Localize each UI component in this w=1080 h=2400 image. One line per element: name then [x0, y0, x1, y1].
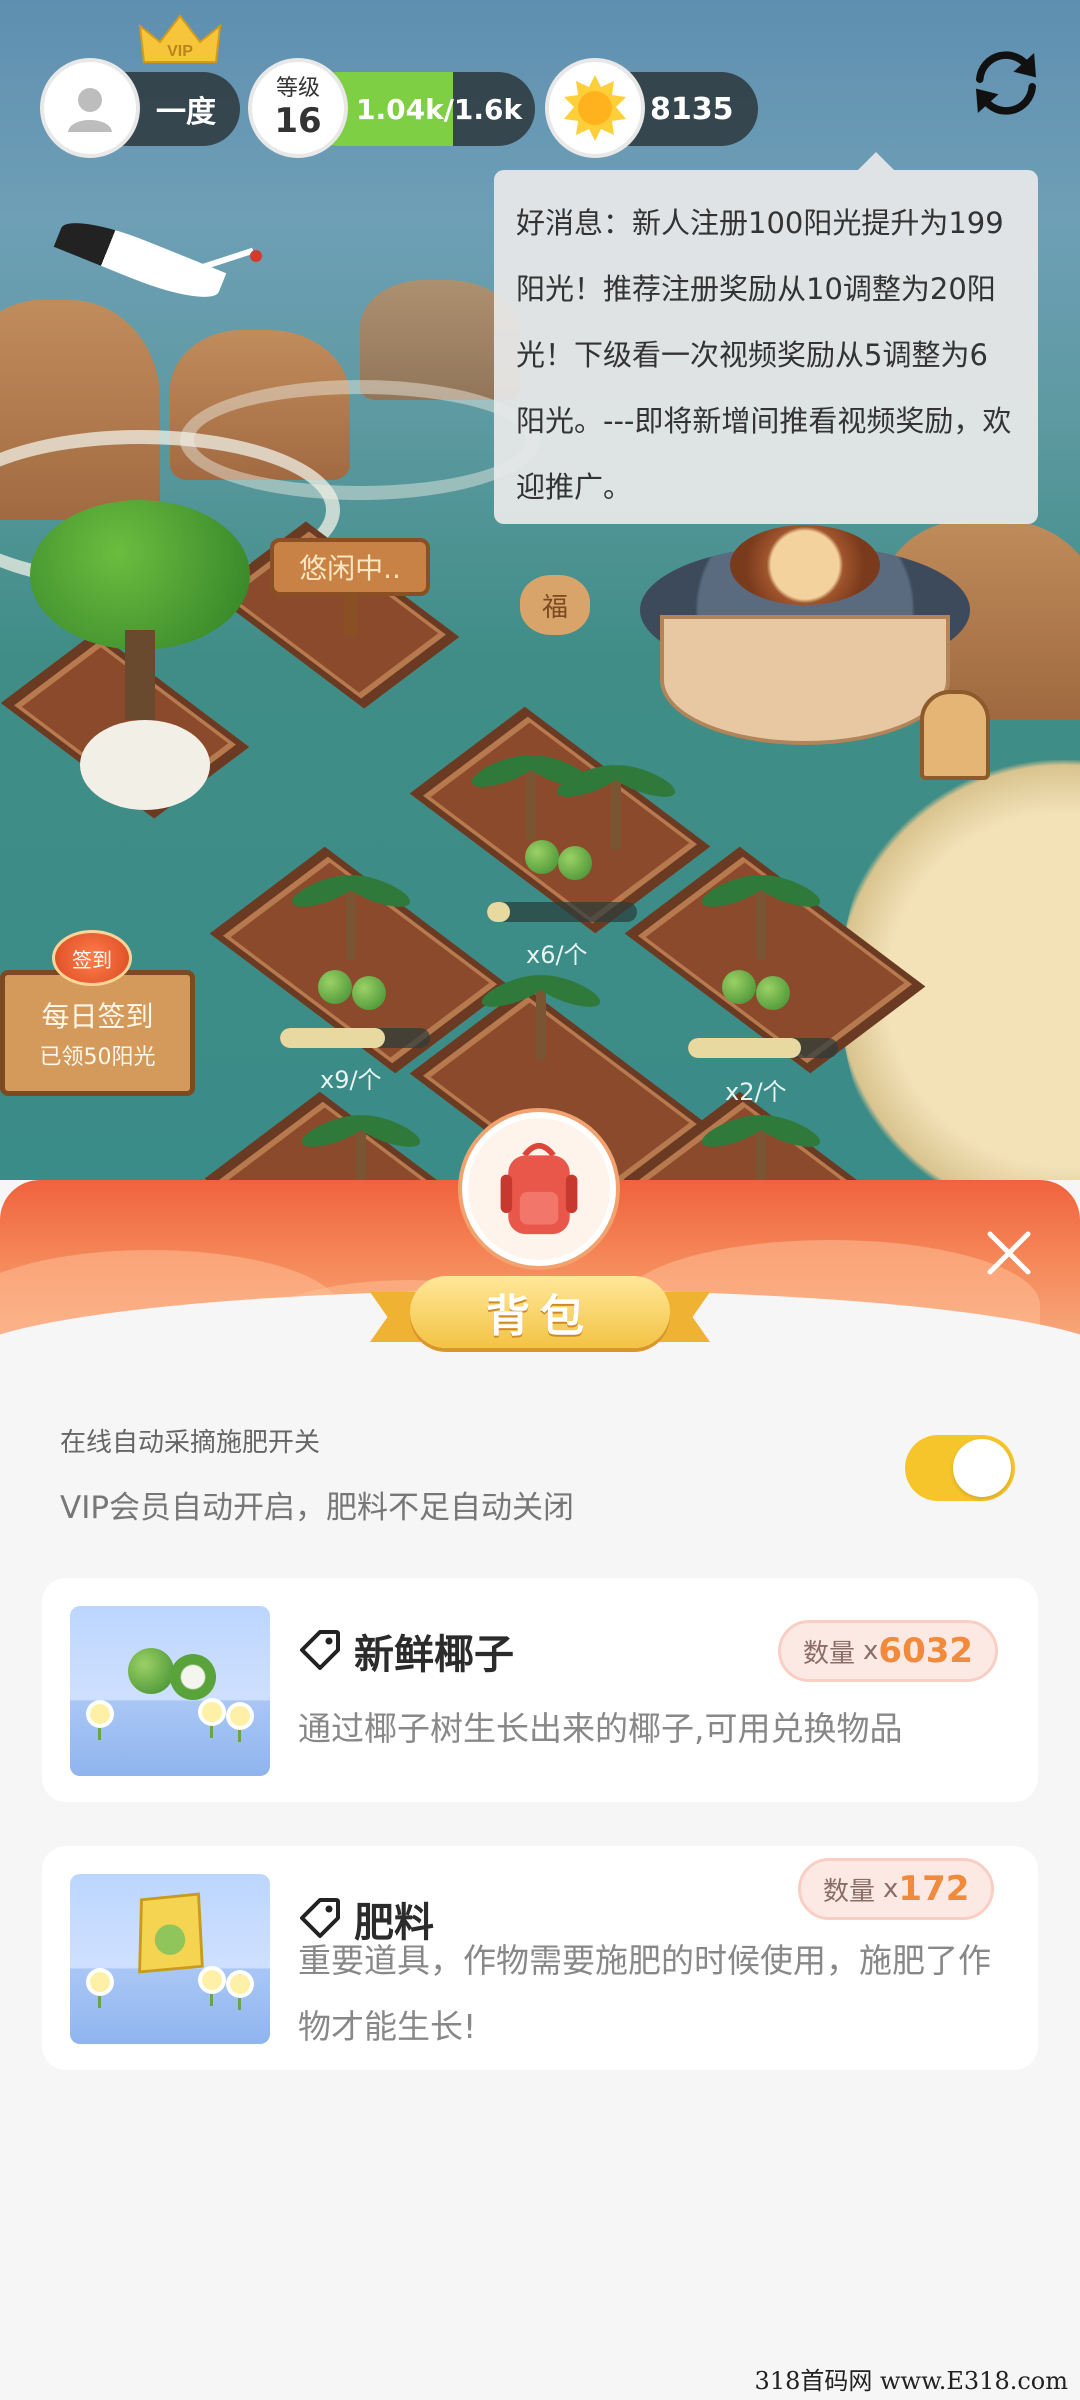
- coconut-icon[interactable]: [318, 970, 352, 1004]
- coconut-item-image: [70, 1606, 270, 1776]
- palm-tree-icon: [288, 850, 414, 970]
- tag-icon: [300, 1630, 340, 1670]
- plot-progress-bar: [280, 1028, 430, 1048]
- quantity-prefix: x: [863, 1636, 879, 1666]
- quantity-label: 数量: [823, 1876, 876, 1907]
- avatar[interactable]: [40, 58, 140, 158]
- level-badge[interactable]: 等级 16: [248, 58, 348, 158]
- sunshine-badge[interactable]: [545, 58, 645, 158]
- level-label: 等级: [275, 76, 320, 101]
- plot-progress-bar: [688, 1038, 838, 1058]
- fu-stone: 福: [520, 575, 590, 635]
- coconut-icon[interactable]: [558, 846, 592, 880]
- quantity-label: 数量: [803, 1638, 856, 1669]
- plot-count-label: x9/个: [320, 1066, 382, 1094]
- plot-progress-fill: [280, 1028, 385, 1048]
- refresh-button[interactable]: [958, 35, 1054, 131]
- auto-harvest-toggle[interactable]: [905, 1435, 1015, 1501]
- coconut-icon[interactable]: [756, 976, 790, 1010]
- auto-harvest-title: 在线自动采摘施肥开关: [60, 1428, 321, 1458]
- item-name: 新鲜椰子: [354, 1632, 514, 1678]
- plot-progress-bar: [487, 902, 637, 922]
- idle-sign[interactable]: 悠闲中..: [270, 538, 430, 596]
- coconut-icon[interactable]: [525, 840, 559, 874]
- flying-crane: [53, 209, 262, 370]
- cooking-pot-icon: [730, 525, 880, 605]
- checkin-subtitle: 已领50阳光: [39, 1045, 156, 1070]
- plot-progress-fill: [688, 1038, 801, 1058]
- level-value: 16: [274, 101, 322, 141]
- sunshine-count: 8135: [650, 91, 734, 127]
- river: [180, 380, 540, 500]
- refresh-icon: [976, 51, 1036, 115]
- item-quantity-badge: 数量 x 6032: [778, 1620, 999, 1682]
- quantity-value: 6032: [878, 1631, 974, 1671]
- plot-count-label: x6/个: [526, 941, 588, 969]
- user-avatar-icon: [68, 88, 112, 132]
- vip-crown-icon: VIP: [138, 14, 222, 63]
- vip-label: VIP: [167, 43, 193, 60]
- quantity-prefix: x: [883, 1874, 899, 1904]
- sun-icon: [564, 75, 626, 141]
- idle-sign-post: [344, 596, 358, 636]
- quantity-value: 172: [898, 1869, 970, 1909]
- item-card-fertilizer[interactable]: 肥料 数量 x 172 重要道具，作物需要施肥的时候使用，施肥了作物才能生长!: [42, 1846, 1038, 2070]
- panel-title: 背包: [486, 1291, 594, 1342]
- close-icon: [987, 1231, 1031, 1275]
- checkin-badge[interactable]: 签到: [52, 930, 132, 986]
- panel-title-ribbon: 背包: [370, 1268, 710, 1356]
- notice-arrow: [858, 152, 894, 170]
- mailbox-icon[interactable]: [920, 690, 990, 780]
- plot-progress-fill: [487, 902, 510, 922]
- plot-count-label: x2/个: [725, 1078, 787, 1106]
- fertilizer-item-image: [70, 1874, 270, 2044]
- close-button[interactable]: [978, 1222, 1040, 1284]
- sheep-pet[interactable]: [80, 720, 210, 810]
- coconut-icon[interactable]: [722, 970, 756, 1004]
- news-notice: 好消息：新人注册100阳光提升为199阳光！推荐注册奖励从10调整为20阳光！下…: [494, 170, 1038, 524]
- big-tree: [30, 500, 250, 740]
- checkin-title: 每日签到: [41, 1000, 154, 1033]
- item-description: 重要道具，作物需要施肥的时候使用，施肥了作物才能生长!: [298, 1941, 991, 2046]
- item-description: 通过椰子树生长出来的椰子,可用兑换物品: [298, 1709, 903, 1748]
- daily-checkin-board[interactable]: 每日签到 已领50阳光: [0, 970, 195, 1096]
- item-quantity-badge: 数量 x 172: [798, 1858, 995, 1920]
- user-name: 一度: [156, 95, 216, 130]
- backpack-icon: [462, 1112, 616, 1266]
- watermark: 318首码网 www.E318.com: [754, 2367, 1068, 2395]
- toggle-knob: [953, 1439, 1011, 1497]
- auto-harvest-desc: VIP会员自动开启，肥料不足自动关闭: [60, 1490, 575, 1526]
- coconut-icon[interactable]: [352, 976, 386, 1010]
- item-card-coconut[interactable]: 新鲜椰子 数量 x 6032 通过椰子树生长出来的椰子,可用兑换物品: [42, 1578, 1038, 1802]
- palm-tree-icon: [698, 850, 824, 970]
